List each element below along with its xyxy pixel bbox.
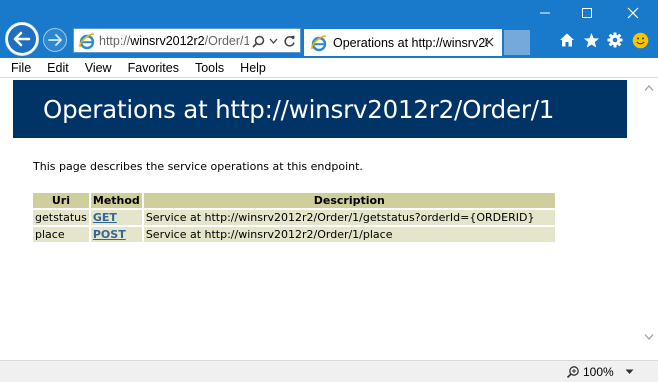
- cell-description: Service at http://winsrv2012r2/Order/1/p…: [143, 227, 555, 242]
- back-button[interactable]: [5, 22, 39, 56]
- address-path: /Order/1: [204, 33, 249, 48]
- menu-view[interactable]: View: [77, 61, 120, 75]
- menu-favorites[interactable]: Favorites: [120, 61, 187, 75]
- forward-button[interactable]: [43, 28, 67, 52]
- dropdown-chevron-icon[interactable]: [266, 33, 280, 49]
- zoom-control[interactable]: 100%: [566, 364, 614, 380]
- settings-gear-icon[interactable]: [605, 30, 625, 50]
- tab-title: Operations at http://winsrv2012r2/Order/…: [333, 35, 488, 50]
- address-bar[interactable]: http://winsrv2012r2/Order/1: [73, 28, 301, 53]
- zoom-level: 100%: [583, 365, 614, 379]
- table-row: getstatus GET Service at http://winsrv20…: [33, 210, 555, 225]
- page-heading-bar: Operations at http://winsrv2012r2/Order/…: [13, 80, 627, 138]
- operations-table: Uri Method Description getstatus GET Ser…: [31, 191, 557, 244]
- close-icon[interactable]: [623, 4, 643, 22]
- home-icon[interactable]: [557, 30, 577, 50]
- cell-method: GET: [90, 210, 142, 225]
- menu-tools[interactable]: Tools: [187, 61, 232, 75]
- address-scheme: http://: [99, 33, 131, 48]
- cell-description: Service at http://winsrv2012r2/Order/1/g…: [143, 210, 555, 225]
- menu-help[interactable]: Help: [232, 61, 274, 75]
- table-row: place POST Service at http://winsrv2012r…: [33, 227, 555, 242]
- address-url[interactable]: http://winsrv2012r2/Order/1: [99, 34, 249, 48]
- column-header-description: Description: [143, 193, 555, 208]
- menu-bar: File Edit View Favorites Tools Help: [0, 58, 658, 78]
- column-header-method: Method: [90, 193, 142, 208]
- page-viewport: Operations at http://winsrv2012r2/Order/…: [0, 78, 640, 360]
- back-arrow-icon: [8, 25, 36, 53]
- minimize-icon[interactable]: [535, 4, 555, 22]
- column-header-uri: Uri: [33, 193, 89, 208]
- status-bar: 100%: [0, 360, 658, 382]
- scroll-down-icon[interactable]: [644, 333, 654, 341]
- address-host: winsrv2012r2: [130, 33, 205, 48]
- search-icon[interactable]: [251, 33, 265, 49]
- cell-uri: place: [33, 227, 89, 242]
- forward-arrow-icon: [48, 34, 62, 46]
- scroll-up-icon[interactable]: [644, 84, 654, 92]
- table-header-row: Uri Method Description: [33, 193, 555, 208]
- menu-edit[interactable]: Edit: [39, 61, 77, 75]
- method-link-get[interactable]: GET: [93, 211, 117, 224]
- vertical-scrollbar[interactable]: [640, 78, 658, 360]
- ie-logo-icon: [311, 34, 327, 51]
- cell-uri: getstatus: [33, 210, 89, 225]
- menu-file[interactable]: File: [0, 61, 39, 75]
- method-link-post[interactable]: POST: [93, 228, 126, 241]
- new-tab-button[interactable]: [504, 30, 530, 55]
- zoom-dropdown-icon[interactable]: [625, 369, 634, 375]
- favorites-star-icon[interactable]: [581, 30, 601, 50]
- feedback-smiley-icon[interactable]: [630, 30, 650, 50]
- intro-text: This page describes the service operatio…: [33, 160, 363, 173]
- ie-logo-icon: [79, 32, 95, 49]
- cell-method: POST: [90, 227, 142, 242]
- page-title: Operations at http://winsrv2012r2/Order/…: [43, 95, 555, 124]
- tab-operations[interactable]: Operations at http://winsrv2012r2/Order/…: [304, 29, 502, 56]
- browser-chrome: http://winsrv2012r2/Order/1 Operations a…: [0, 0, 658, 58]
- maximize-icon[interactable]: [577, 4, 597, 22]
- refresh-icon[interactable]: [282, 33, 296, 49]
- zoom-icon: [566, 366, 579, 379]
- tab-close-icon[interactable]: [483, 36, 495, 48]
